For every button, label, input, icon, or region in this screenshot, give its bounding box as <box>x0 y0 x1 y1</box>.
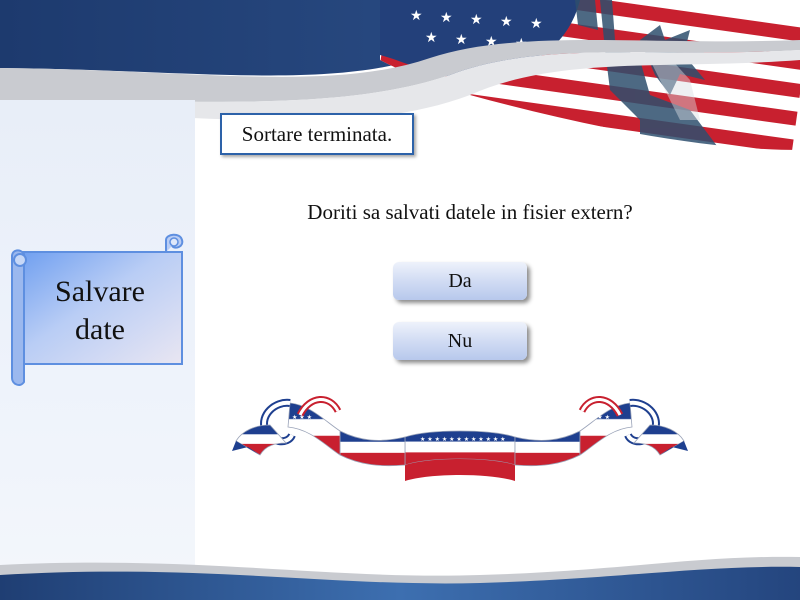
yes-button[interactable]: Da <box>393 262 527 300</box>
sidebar-title-line1: Salvare <box>55 275 145 308</box>
svg-text:★ ★ ★: ★ ★ ★ <box>590 414 610 421</box>
svg-text:★ ★ ★ ★ ★ ★ ★ ★ ★ ★ ★ ★: ★ ★ ★ ★ ★ ★ ★ ★ ★ ★ ★ ★ <box>420 436 506 443</box>
ribbon-decoration: ★ ★ ★ ★ ★ ★ ★ ★ ★ ★ ★ ★ ★ ★ ★ ★ ★ ★ <box>232 396 688 481</box>
no-button-label: Nu <box>447 329 473 352</box>
no-button[interactable]: Nu <box>393 322 527 360</box>
footer-wave <box>0 556 800 600</box>
slide: ★★★★★ ★★★★ ★★★ <box>0 0 800 600</box>
status-message: Sortare terminata. <box>220 113 414 155</box>
svg-text:★ ★ ★: ★ ★ ★ <box>292 414 312 421</box>
svg-text:★: ★ <box>425 30 438 46</box>
svg-text:★: ★ <box>410 8 423 24</box>
status-text: Sortare terminata. <box>241 121 393 146</box>
save-question: Doriti sa salvati datele in fisier exter… <box>307 200 633 224</box>
svg-text:★: ★ <box>470 12 483 28</box>
svg-text:★: ★ <box>500 14 513 30</box>
svg-text:★: ★ <box>440 10 453 26</box>
sidebar-title-line2: date <box>75 313 125 346</box>
yes-button-label: Da <box>448 269 472 292</box>
sidebar-title: Salvare date <box>30 273 170 349</box>
svg-text:★: ★ <box>530 16 543 32</box>
svg-text:★: ★ <box>455 32 468 48</box>
